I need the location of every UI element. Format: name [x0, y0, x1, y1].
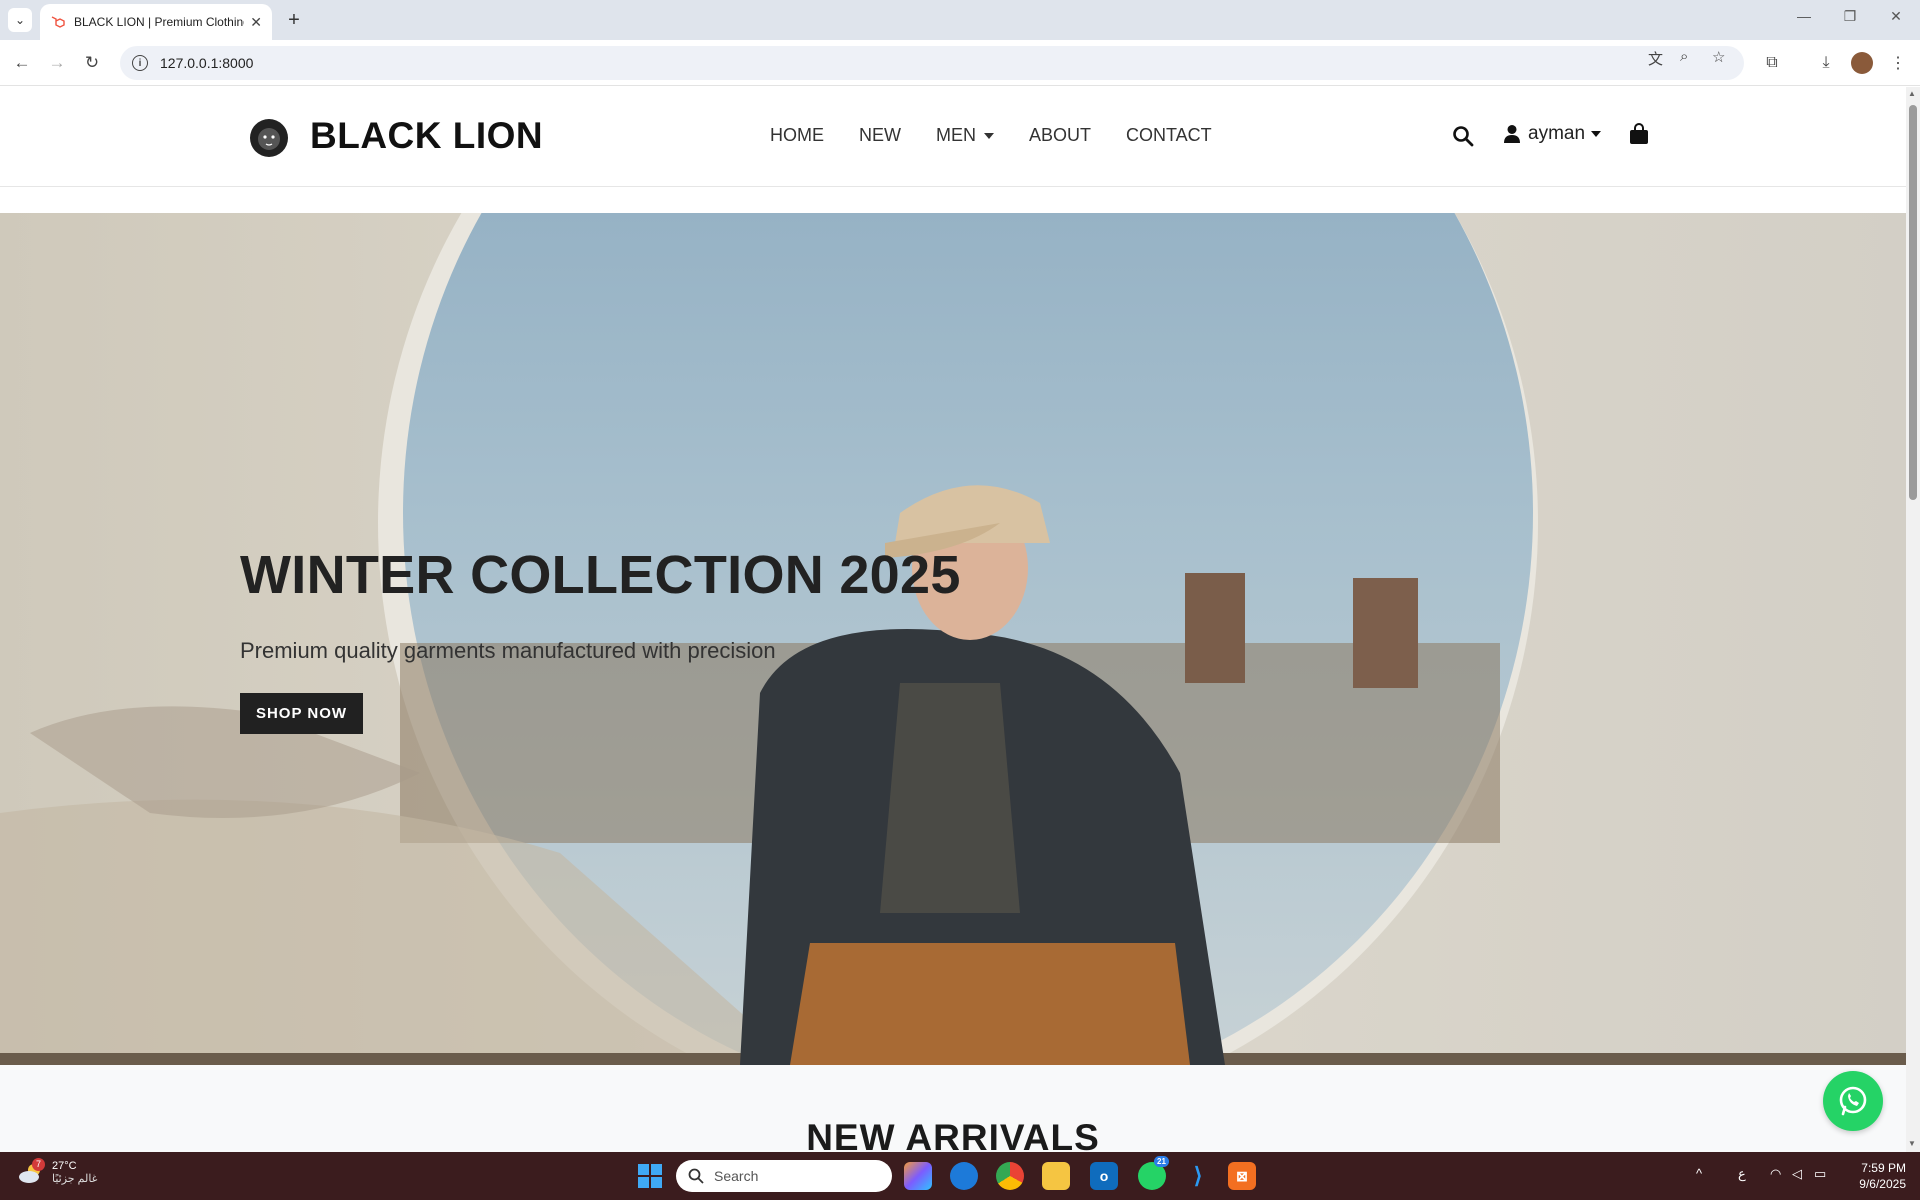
windows-start-icon[interactable] [638, 1164, 662, 1188]
main-nav: HOME NEW MEN ABOUT CONTACT [770, 125, 1247, 146]
weather-badge: 7 [32, 1157, 45, 1171]
nav-men[interactable]: MEN [936, 125, 994, 146]
show-hidden-icons-chevron-icon[interactable]: ^ [1696, 1166, 1702, 1181]
weather-temp: 27°C [52, 1160, 77, 1172]
scroll-up-arrow-icon[interactable]: ▲ [1908, 89, 1916, 98]
whatsapp-badge: 21 [1154, 1156, 1169, 1167]
reload-button[interactable]: ↻ [78, 49, 106, 77]
page-viewport: BLACK LION HOME NEW MEN ABOUT CONTACT ay… [0, 87, 1906, 1152]
nav-contact[interactable]: CONTACT [1126, 125, 1212, 146]
search-icon [688, 1168, 704, 1184]
brand-logo-text[interactable]: BLACK LION [310, 115, 543, 157]
user-name: ayman [1528, 123, 1586, 144]
url-text: 127.0.0.1:8000 [160, 55, 254, 71]
weather-cloud-icon: 7 [18, 1157, 45, 1184]
chevron-down-icon [984, 132, 994, 139]
xampp-icon[interactable]: ⊠ [1228, 1162, 1256, 1190]
battery-icon[interactable]: ▭ [1814, 1166, 1826, 1182]
whatsapp-icon [1839, 1086, 1867, 1116]
site-header: BLACK LION HOME NEW MEN ABOUT CONTACT ay… [0, 87, 1906, 187]
weather-widget[interactable]: 7 27°C غالم جزئيًا [18, 1157, 98, 1185]
volume-icon[interactable]: ◁ [1792, 1166, 1802, 1182]
copilot-icon[interactable] [904, 1162, 932, 1190]
shopping-bag-icon[interactable] [1629, 123, 1649, 145]
hero-banner: WINTER COLLECTION 2025 Premium quality g… [0, 213, 1906, 1065]
back-button[interactable]: ← [8, 49, 36, 77]
wifi-icon[interactable]: ◠ [1770, 1166, 1781, 1182]
search-icon[interactable] [1452, 125, 1474, 147]
browser-tab-strip: ⌄ BLACK LION | Premium Clothing ✕ + — ❐ … [0, 0, 1920, 40]
tab-search-button[interactable]: ⌄ [8, 8, 32, 32]
user-icon [1504, 125, 1520, 143]
hero-subtitle: Premium quality garments manufactured wi… [240, 638, 776, 663]
weather-desc: غالم جزئيًا [52, 1173, 98, 1185]
whatsapp-chat-button[interactable] [1823, 1071, 1883, 1131]
extensions-icon[interactable]: ⧉ [1760, 51, 1784, 75]
browser-tab-active[interactable]: BLACK LION | Premium Clothing ✕ [40, 4, 272, 40]
edge-icon[interactable] [950, 1162, 978, 1190]
taskbar-search-placeholder: Search [714, 1168, 759, 1184]
chrome-icon[interactable] [996, 1162, 1024, 1190]
laravel-favicon-icon [51, 16, 65, 28]
forward-button[interactable]: → [43, 49, 71, 77]
nav-home[interactable]: HOME [770, 125, 824, 146]
site-info-icon[interactable]: i [132, 55, 148, 71]
nav-men-label: MEN [936, 125, 976, 145]
bookmark-star-icon[interactable]: ☆ [1712, 48, 1725, 66]
outlook-icon[interactable]: o [1090, 1162, 1118, 1190]
menu-kebab-icon[interactable]: ⋮ [1886, 51, 1910, 75]
whatsapp-taskbar-icon[interactable]: 21 [1138, 1156, 1169, 1190]
profile-avatar[interactable] [1850, 51, 1874, 75]
clock-date: 9/6/2025 [1859, 1177, 1906, 1191]
translate-icon[interactable]: 文 [1648, 48, 1663, 69]
vscode-icon[interactable]: ⟩ [1184, 1162, 1212, 1190]
scroll-down-arrow-icon[interactable]: ▼ [1908, 1139, 1916, 1148]
address-bar[interactable]: i 127.0.0.1:8000 [120, 46, 1744, 80]
new-tab-button[interactable]: + [282, 8, 306, 32]
scrollbar-thumb[interactable] [1909, 105, 1917, 500]
new-arrivals-heading: NEW ARRIVALS [806, 1117, 1100, 1152]
page-scrollbar[interactable]: ▲ ▼ [1906, 87, 1920, 1152]
download-icon[interactable]: ⤓ [1814, 51, 1838, 75]
hero-title: WINTER COLLECTION 2025 [240, 545, 961, 605]
shop-now-button[interactable]: SHOP NOW [240, 693, 363, 734]
nav-about[interactable]: ABOUT [1029, 125, 1091, 146]
chevron-down-icon [1591, 131, 1602, 137]
browser-toolbar: ← → ↻ i 127.0.0.1:8000 文 ⌕ ☆ ⧉ ⤓ ⋮ [0, 40, 1920, 86]
user-menu[interactable]: ayman [1504, 123, 1602, 145]
tab-title: BLACK LION | Premium Clothing [74, 15, 245, 29]
lion-logo-icon[interactable] [248, 117, 290, 159]
minimize-icon[interactable]: — [1784, 8, 1824, 24]
zoom-icon[interactable]: ⌕ [1680, 48, 1688, 65]
taskbar-search[interactable]: Search [676, 1160, 892, 1192]
close-tab-icon[interactable]: ✕ [250, 14, 262, 31]
input-language[interactable]: ع [1738, 1166, 1746, 1182]
file-explorer-icon[interactable] [1042, 1162, 1070, 1190]
close-window-icon[interactable]: ✕ [1876, 8, 1916, 25]
windows-taskbar: 7 27°C غالم جزئيًا Search o 21 ⟩ ⊠ ^ ع ◠… [0, 1152, 1920, 1200]
taskbar-clock[interactable]: 7:59 PM 9/6/2025 [1846, 1160, 1906, 1192]
nav-new[interactable]: NEW [859, 125, 901, 146]
clock-time: 7:59 PM [1861, 1161, 1906, 1175]
restore-icon[interactable]: ❐ [1830, 8, 1870, 25]
